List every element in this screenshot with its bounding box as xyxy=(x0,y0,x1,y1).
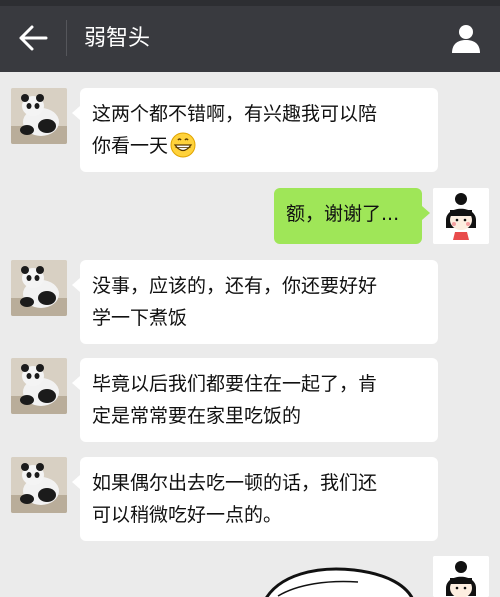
panda-icon xyxy=(11,260,67,316)
grinning-face-icon xyxy=(170,132,196,158)
girl-avatar-icon xyxy=(433,556,489,597)
panda-icon xyxy=(11,457,67,513)
message-text: 这两个都不错啊，有兴趣我可以陪 xyxy=(92,103,378,125)
message-bubble-left[interactable]: 如果偶尔出去吃一顿的话，我们还 可以稍微吃好一点的。 xyxy=(72,457,438,541)
panda-icon xyxy=(11,88,67,144)
girl-avatar-icon xyxy=(433,188,489,244)
user-icon[interactable] xyxy=(450,22,482,54)
message-text: 定是常常要在家里吃饭的 xyxy=(92,405,302,427)
message-bubble-left[interactable]: 毕竟以后我们都要住在一起了，肯 定是常常要在家里吃饭的 xyxy=(72,358,438,442)
message-text: 毕竟以后我们都要住在一起了，肯 xyxy=(92,373,378,395)
message-bubble-right[interactable]: 额，谢谢了... xyxy=(274,188,430,244)
status-strip xyxy=(0,0,500,6)
message-text: 如果偶尔出去吃一顿的话，我们还 xyxy=(92,472,378,494)
message-bubble-left[interactable]: 没事，应该的，还有，你还要好好 学一下煮饭 xyxy=(72,260,438,344)
title-bar: 弱智头 xyxy=(0,0,500,72)
my-avatar[interactable] xyxy=(433,556,489,597)
message-text: 没事，应该的，还有，你还要好好 xyxy=(92,275,378,297)
message-text: 学一下煮饭 xyxy=(92,307,188,329)
contact-avatar[interactable] xyxy=(11,457,67,513)
contact-avatar[interactable] xyxy=(11,88,67,144)
message-text: 你看一天 xyxy=(92,130,426,162)
contact-avatar[interactable] xyxy=(11,358,67,414)
my-avatar[interactable] xyxy=(433,188,489,244)
contact-avatar[interactable] xyxy=(11,260,67,316)
message-bubble-left[interactable]: 这两个都不错啊，有兴趣我可以陪 你看一天 xyxy=(72,88,438,172)
header-divider xyxy=(66,20,67,56)
chat-title: 弱智头 xyxy=(84,26,151,51)
message-text: 额，谢谢了... xyxy=(286,203,400,225)
message-text: 可以稍微吃好一点的。 xyxy=(92,504,283,526)
panda-icon xyxy=(11,358,67,414)
arrow-left-icon[interactable] xyxy=(18,24,48,52)
sticker-image[interactable] xyxy=(258,562,418,597)
